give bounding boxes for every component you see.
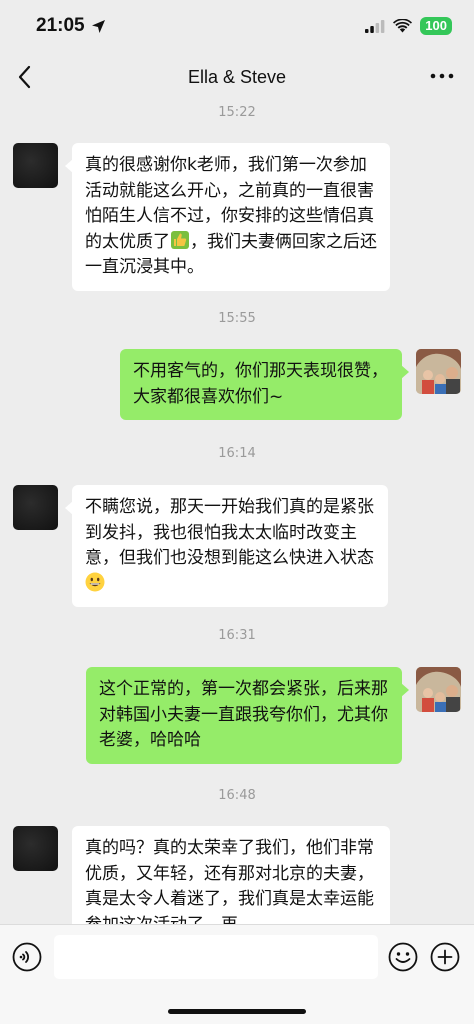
message-text: 这个正常的，第一次都会紧张，后来那对韩国小夫妻一直跟我夸你们，尤其你老婆，哈哈哈	[99, 679, 388, 750]
timestamp: 16:31	[218, 628, 256, 643]
thumbs-up-icon	[171, 230, 189, 249]
avatar-photo-icon	[416, 349, 461, 394]
message-bubble-incoming[interactable]: 真的吗？真的太荣幸了我们，他们非常优质，又年轻，还有那对北京的夫妻，真是太令人着…	[72, 826, 390, 924]
plus-icon[interactable]	[430, 942, 460, 972]
avatar-photo-icon	[416, 667, 461, 712]
signal-icon	[365, 19, 385, 33]
self-avatar[interactable]	[416, 667, 461, 712]
chat-header: Ella & Steve	[0, 52, 474, 102]
status-time-group: 21:05	[36, 15, 106, 37]
message-input[interactable]	[54, 935, 378, 979]
voice-icon[interactable]	[12, 942, 42, 972]
message-bubble-incoming[interactable]: 真的很感谢你k老师，我们第一次参加活动就能这么开心，之前真的一直很害怕陌生人信不…	[65, 143, 390, 291]
emoji-icon[interactable]	[388, 942, 418, 972]
home-indicator[interactable]	[168, 1009, 306, 1014]
message-text: 不瞒您说，那天一开始我们真的是紧张到发抖，我也很怕我太太临时改变主意，但我们也没…	[85, 497, 374, 568]
more-icon[interactable]	[428, 66, 456, 86]
message-text: 不用客气的，你们那天表现很赞，大家都很喜欢你们~	[133, 361, 388, 407]
timestamp: 15:55	[218, 311, 256, 326]
message-text: 真的吗？真的太荣幸了我们，他们非常优质，又年轻，还有那对北京的夫妻，真是太令人着…	[85, 838, 374, 924]
self-avatar[interactable]	[416, 349, 461, 394]
timestamp: 16:48	[218, 788, 256, 803]
back-chevron-icon[interactable]	[14, 64, 38, 90]
contact-avatar[interactable]	[13, 485, 58, 530]
message-bubble-outgoing[interactable]: 不用客气的，你们那天表现很赞，大家都很喜欢你们~	[120, 349, 409, 420]
status-indicators: 100	[365, 17, 452, 35]
status-bar: 21:05 100	[0, 0, 474, 52]
location-arrow-icon	[91, 19, 105, 33]
contact-avatar[interactable]	[13, 143, 58, 188]
battery-indicator: 100	[420, 17, 452, 35]
message-list[interactable]: 15:22 真的很感谢你k老师，我们第一次参加活动就能这么开心，之前真的一直很害…	[0, 102, 474, 924]
message-bubble-outgoing[interactable]: 这个正常的，第一次都会紧张，后来那对韩国小夫妻一直跟我夸你们，尤其你老婆，哈哈哈	[86, 667, 409, 764]
message-bubble-incoming[interactable]: 不瞒您说，那天一开始我们真的是紧张到发抖，我也很怕我太太临时改变主意，但我们也没…	[65, 485, 388, 607]
contact-avatar[interactable]	[13, 826, 58, 871]
timestamp: 16:14	[218, 446, 256, 461]
timestamp: 15:22	[218, 105, 256, 120]
status-time: 21:05	[36, 15, 85, 36]
grinning-face-icon	[85, 572, 105, 591]
wifi-icon	[393, 19, 413, 33]
chat-title: Ella & Steve	[187, 66, 287, 87]
